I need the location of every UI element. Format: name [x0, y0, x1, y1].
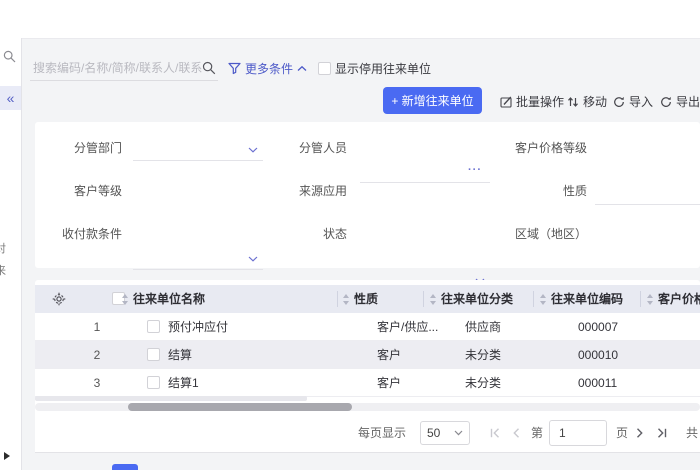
filter-select-customer-level[interactable]: [133, 248, 263, 270]
show-disabled-checkbox[interactable]: [318, 62, 331, 75]
export-label: 导出: [676, 95, 700, 109]
last-page-button[interactable]: [656, 428, 667, 438]
sidebar-item-fragment[interactable]: 对: [0, 240, 6, 256]
edit-icon: [500, 96, 512, 108]
batch-operation-label: 批量操作: [516, 95, 565, 109]
column-header-name[interactable]: 往来单位名称: [133, 285, 205, 313]
sort-icon: [121, 294, 129, 305]
cell-nature: 客户: [377, 348, 402, 362]
cell-code: 000010: [578, 348, 619, 362]
page-suffix-label: 页: [616, 426, 629, 440]
filter-label-customer-level: 客户等级: [73, 184, 122, 198]
column-header-code[interactable]: 往来单位编码: [551, 285, 623, 313]
cell-category: 供应商: [465, 320, 502, 334]
sort-icon: [342, 294, 350, 305]
search-icon[interactable]: [202, 61, 218, 75]
chevron-down-icon: [454, 430, 463, 436]
filter-picker-manager[interactable]: ···: [360, 161, 490, 183]
column-header-nature[interactable]: 性质: [354, 285, 378, 313]
first-page-button[interactable]: [490, 428, 501, 438]
sidebar-search-icon[interactable]: [3, 50, 16, 63]
app-window: « 对 来 搜索编码/名称/简称/联系人/联系 更多条件 显示停用往来单位 + …: [0, 0, 700, 470]
sort-icon: [646, 294, 654, 305]
row-checkbox[interactable]: [147, 348, 160, 361]
page-number-value: 1: [559, 426, 566, 440]
cell-name: 结算1: [168, 376, 199, 390]
cell-name: 结算: [168, 348, 193, 362]
show-disabled-label: 显示停用往来单位: [335, 62, 432, 76]
per-page-label: 每页显示: [358, 426, 407, 440]
import-label: 导入: [629, 95, 654, 109]
filter-label-source-app: 来源应用: [298, 184, 347, 198]
table-row[interactable]: 1 预付冲应付 客户/供应... 供应商 000007: [35, 313, 700, 341]
column-divider: [640, 291, 641, 307]
chevron-down-icon: [248, 147, 258, 153]
row-checkbox[interactable]: [147, 376, 160, 389]
ellipsis-icon: ···: [468, 164, 482, 176]
export-refresh-icon: [660, 96, 672, 108]
cell-category: 未分类: [465, 376, 502, 390]
sort-icon: [429, 294, 437, 305]
sidebar-collapse-button[interactable]: «: [0, 86, 21, 110]
filter-label-manager: 分管人员: [298, 141, 347, 155]
horizontal-scrollbar-thumb[interactable]: [128, 403, 352, 411]
column-header-price-level[interactable]: 客户价格等级: [658, 285, 700, 313]
filter-label-department: 分管部门: [73, 141, 122, 155]
search-placeholder: 搜索编码/名称/简称/联系人/联系: [33, 61, 202, 75]
filter-label-status: 状态: [322, 227, 347, 241]
filter-select-price-level[interactable]: [595, 183, 700, 205]
row-index: 3: [93, 376, 101, 390]
table-row[interactable]: 2 结算 客户 未分类 000010: [35, 341, 700, 369]
more-filters-label: 更多条件: [245, 62, 294, 76]
row-index: 2: [93, 348, 101, 362]
import-button[interactable]: 导入: [613, 93, 653, 110]
prev-page-button[interactable]: [512, 428, 520, 438]
show-disabled-toggle[interactable]: 显示停用往来单位: [318, 60, 431, 77]
cell-nature: 客户: [377, 376, 402, 390]
cell-code: 000011: [578, 376, 618, 390]
batch-operation-button[interactable]: 批量操作: [500, 93, 564, 110]
add-partner-button[interactable]: + 新增往来单位: [383, 87, 482, 114]
page-number-input[interactable]: 1: [549, 420, 607, 446]
move-arrows-icon: [567, 96, 579, 108]
search-input[interactable]: 搜索编码/名称/简称/联系人/联系: [30, 55, 218, 81]
filter-label-price-level: 客户价格等级: [514, 141, 587, 155]
row-checkbox[interactable]: [147, 320, 160, 333]
chevron-up-icon: [297, 65, 307, 72]
per-page-value: 50: [427, 426, 441, 440]
table-row[interactable]: 3 结算1 客户 未分类 000011: [35, 369, 700, 397]
column-divider: [337, 291, 338, 307]
chevron-down-icon: [248, 256, 258, 262]
column-settings-gear-icon[interactable]: [52, 292, 66, 306]
sort-icon: [539, 294, 547, 305]
sidebar-item-fragment[interactable]: 来: [0, 262, 6, 278]
cell-name: 预付冲应付: [168, 320, 229, 334]
cell-code: 000007: [578, 320, 619, 334]
move-button[interactable]: 移动: [567, 93, 607, 110]
filter-label-region: 区域（地区）: [514, 227, 587, 241]
partial-row-stripe: [35, 396, 307, 401]
expand-arrow-icon[interactable]: [4, 452, 10, 460]
cell-category: 未分类: [465, 348, 502, 362]
filter-select-department[interactable]: [133, 139, 263, 161]
total-count-label: 共: [686, 426, 699, 440]
export-button[interactable]: 导出: [660, 93, 700, 110]
row-index: 1: [93, 320, 101, 334]
cell-nature: 客户/供应...: [377, 320, 439, 334]
more-filters-toggle[interactable]: 更多条件: [228, 60, 307, 77]
filter-label-payment-terms: 收付款条件: [61, 227, 122, 241]
move-label: 移动: [583, 95, 608, 109]
page-prefix-label: 第: [531, 426, 544, 440]
sidebar-sliver: « 对 来: [0, 38, 22, 470]
column-divider: [533, 291, 534, 307]
column-header-category[interactable]: 往来单位分类: [441, 285, 513, 313]
next-page-button[interactable]: [636, 428, 644, 438]
import-refresh-icon: [613, 96, 625, 108]
filter-label-nature: 性质: [562, 184, 587, 198]
column-divider: [423, 291, 424, 307]
per-page-select[interactable]: 50: [420, 421, 470, 445]
filter-funnel-icon: [228, 62, 241, 75]
clipped-blue-button-fragment[interactable]: [112, 464, 138, 470]
